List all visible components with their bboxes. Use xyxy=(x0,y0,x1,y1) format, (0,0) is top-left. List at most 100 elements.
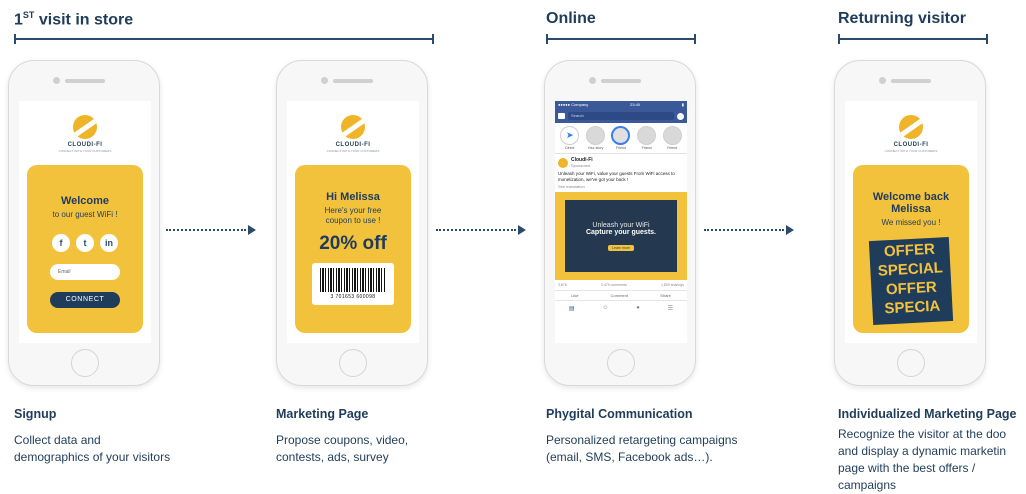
comment-count[interactable]: 2,479 comments xyxy=(601,283,627,287)
clock-label: 23:40 xyxy=(630,102,641,107)
arrow-right-icon xyxy=(518,225,526,235)
arrow-right-icon xyxy=(786,225,794,235)
friends-icon[interactable]: ☺ xyxy=(602,305,608,312)
story-label: Friend xyxy=(616,146,626,150)
brand-tagline: CONNECT WITH YOUR CUSTOMERS xyxy=(326,149,380,153)
signup-card: Welcome to our guest WiFi ! f t in Email C… xyxy=(27,165,143,333)
camera-dot xyxy=(321,77,328,84)
caption-desc-individualized: Recognize the visitor at the doo and dis… xyxy=(838,426,1026,494)
messenger-icon[interactable] xyxy=(677,112,684,120)
reaction-count[interactable]: 3,876 xyxy=(558,283,567,287)
caption-line: (email, SMS, Facebook ads…). xyxy=(546,450,713,464)
see-translation-link[interactable]: See translation xyxy=(555,183,687,190)
notifications-icon[interactable]: ● xyxy=(636,305,640,312)
section-bracket-first-visit xyxy=(14,34,434,44)
post-text: Unleash your WiFi, value your guests Fro… xyxy=(558,171,675,182)
phone-screen: CLOUDI-FI CONNECT WITH YOUR CUSTOMERS Hi… xyxy=(287,101,419,343)
section-title-text: visit in store xyxy=(34,11,134,29)
caption-desc-phygital: Personalized retargeting campaigns (emai… xyxy=(546,432,786,466)
barcode-number: 3 701653 600098 xyxy=(330,294,376,300)
brand-logo: CLOUDI-FI CONNECT WITH YOUR CUSTOMERS xyxy=(19,115,151,153)
story-friend[interactable]: Friend xyxy=(661,126,683,150)
facebook-icon[interactable]: f xyxy=(52,234,70,252)
caption-line: demographics of your visitors xyxy=(14,450,171,464)
speaker-slot xyxy=(65,79,105,83)
section-bracket-online xyxy=(546,34,696,44)
story-your-story[interactable]: Your story xyxy=(584,126,606,150)
phone-screen: CLOUDI-FI CONNECT WITH YOUR CUSTOMERS We… xyxy=(845,101,977,343)
carrier-label: ●●●●● Company xyxy=(558,102,589,107)
like-button[interactable]: Like xyxy=(571,293,578,298)
caption-line: page with the best offers / xyxy=(838,461,976,475)
caption-title-phygital: Phygital Communication xyxy=(546,407,693,421)
arrow-right-icon xyxy=(248,225,256,235)
caption-title-marketing: Marketing Page xyxy=(276,407,369,421)
special-offer-banner[interactable]: OFFER SPECIAL OFFER SPECIA xyxy=(868,236,954,326)
story-direct[interactable]: ➤ Direct xyxy=(559,126,581,150)
section-title-online: Online xyxy=(546,10,596,27)
caption-desc-signup: Collect data and demographics of your vi… xyxy=(14,432,244,466)
ad-photo: Unleash your WiFi Capture your guests. L… xyxy=(565,200,677,272)
phone-screen: CLOUDI-FI CONNECT WITH YOUR CUSTOMERS We… xyxy=(19,101,151,343)
story-label: Friend xyxy=(667,146,678,150)
search-input[interactable]: Search xyxy=(568,112,674,120)
page-avatar[interactable] xyxy=(558,157,568,168)
facebook-top-bar: Search xyxy=(555,109,687,123)
section-title-superscript: ST xyxy=(22,10,35,20)
discount-value: 20% off xyxy=(319,233,387,254)
brand-tagline: CONNECT WITH YOUR CUSTOMERS xyxy=(884,149,938,153)
share-count[interactable]: 1,809 sharings xyxy=(661,283,684,287)
post-actions: Like Comment Share xyxy=(555,290,687,301)
coupon-line-1: Here's your free xyxy=(324,206,382,215)
ad-headline-1: Unleash your WiFi xyxy=(592,222,650,229)
direct-icon: ➤ xyxy=(560,126,580,145)
visitor-name: Melissa xyxy=(891,203,931,215)
caption-line: Collect data and xyxy=(14,433,101,447)
battery-icon: ▮ xyxy=(681,102,684,107)
sponsored-label: Sponsored xyxy=(571,163,591,168)
caption-title-individualized: Individualized Marketing Page xyxy=(838,407,1017,421)
camera-icon[interactable] xyxy=(558,113,565,119)
section-bracket-returning xyxy=(838,34,988,44)
avatar xyxy=(662,126,682,145)
linkedin-icon[interactable]: in xyxy=(100,234,118,252)
brand-tagline: CONNECT WITH YOUR CUSTOMERS xyxy=(58,149,112,153)
avatar xyxy=(637,126,657,145)
home-button xyxy=(339,349,367,377)
barcode: 3 701653 600098 xyxy=(312,263,394,305)
story-friend[interactable]: Friend xyxy=(610,126,632,150)
phone-signup: CLOUDI-FI CONNECT WITH YOUR CUSTOMERS We… xyxy=(8,60,160,386)
phone-facebook: ●●●●● Company 23:40 ▮ Search ➤ Direct You… xyxy=(544,60,696,386)
share-button[interactable]: Share xyxy=(660,293,671,298)
brand-name: CLOUDI-FI xyxy=(67,142,103,148)
connect-button[interactable]: CONNECT xyxy=(50,292,120,308)
brand-logo: CLOUDI-FI CONNECT WITH YOUR CUSTOMERS xyxy=(845,115,977,153)
home-button xyxy=(71,349,99,377)
speaker-slot xyxy=(601,79,641,83)
email-field[interactable]: Email xyxy=(50,264,120,280)
story-friend[interactable]: Friend xyxy=(636,126,658,150)
phone-returning: CLOUDI-FI CONNECT WITH YOUR CUSTOMERS We… xyxy=(834,60,986,386)
menu-icon[interactable]: ☰ xyxy=(668,305,673,312)
cloudi-fi-logo-icon xyxy=(341,115,365,139)
comment-button[interactable]: Comment xyxy=(611,293,628,298)
stories-row: ➤ Direct Your story Friend Friend Friend xyxy=(555,123,687,154)
camera-dot xyxy=(589,77,596,84)
ad-image[interactable]: Unleash your WiFi Capture your guests. L… xyxy=(555,192,687,280)
greeting-heading: Hi Melissa xyxy=(326,191,380,203)
post-header: Cloudi-Fi Sponsored xyxy=(555,154,687,171)
brand-logo: CLOUDI-FI CONNECT WITH YOUR CUSTOMERS xyxy=(287,115,419,153)
caption-line: Propose coupons, video, xyxy=(276,433,409,447)
bottom-nav: ▤ ☺ ● ☰ xyxy=(555,301,687,316)
section-title-first-visit: 1ST visit in store xyxy=(14,10,133,29)
phone-marketing: CLOUDI-FI CONNECT WITH YOUR CUSTOMERS Hi… xyxy=(276,60,428,386)
news-feed-icon[interactable]: ▤ xyxy=(569,305,575,312)
coupon-card: Hi Melissa Here's your free coupon to us… xyxy=(295,165,411,333)
avatar xyxy=(611,126,631,145)
caption-line: campaigns xyxy=(838,478,897,492)
offer-line: SPECIA xyxy=(884,297,941,318)
cloudi-fi-logo-icon xyxy=(73,115,97,139)
twitter-icon[interactable]: t xyxy=(76,234,94,252)
phone-screen: ●●●●● Company 23:40 ▮ Search ➤ Direct You… xyxy=(555,101,687,343)
ad-cta-button[interactable]: Learn more xyxy=(608,245,634,251)
